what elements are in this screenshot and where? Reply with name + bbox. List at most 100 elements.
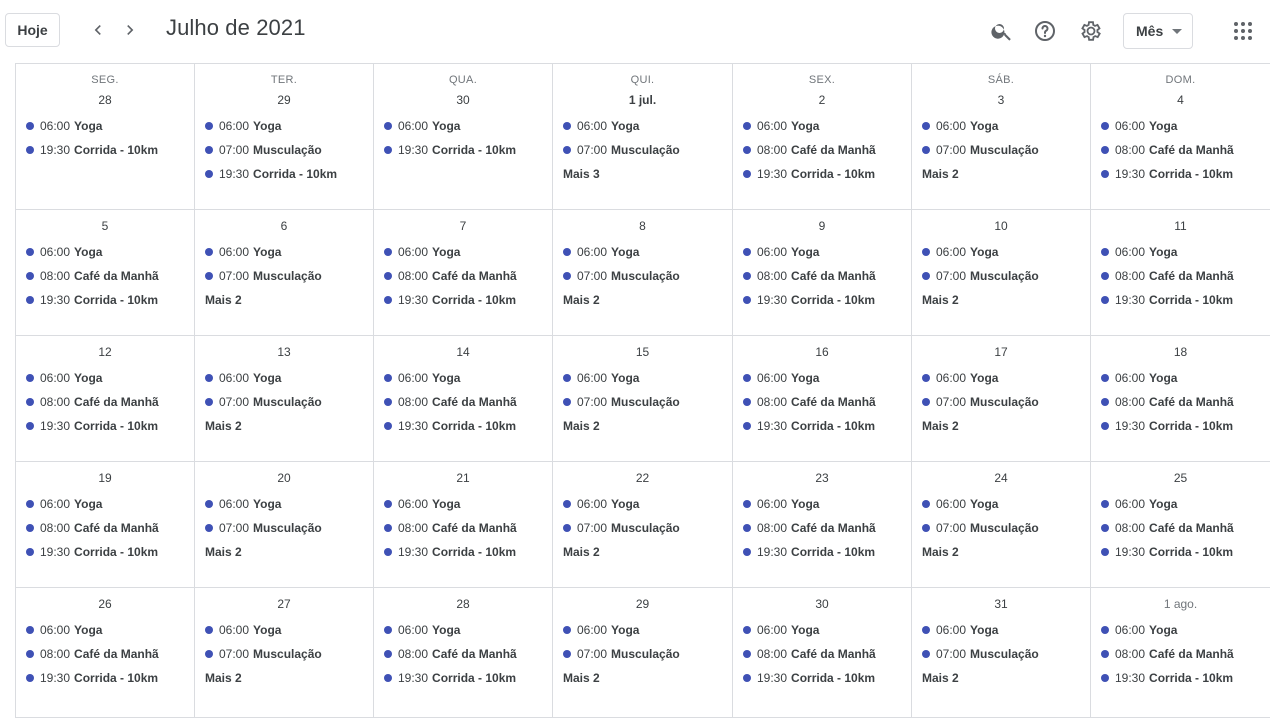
day-number[interactable]: 16 xyxy=(733,345,911,359)
day-cell[interactable]: 17 06:00 Yoga 07:00 Musculação Mais 2 xyxy=(911,336,1090,462)
event-chip[interactable]: 06:00 Yoga xyxy=(553,618,732,642)
day-number[interactable]: 4 xyxy=(1091,93,1270,107)
day-cell[interactable]: 30 06:00 Yoga 08:00 Café da Manhã 19:30 Corrid… xyxy=(732,588,911,718)
event-chip[interactable]: 19:30 Corrida - 10km xyxy=(16,138,194,162)
event-chip[interactable]: 08:00 Café da Manhã xyxy=(1091,138,1270,162)
event-chip[interactable]: 07:00 Musculação xyxy=(912,516,1090,540)
event-chip[interactable]: 06:00 Yoga xyxy=(733,492,911,516)
day-number[interactable]: 29 xyxy=(195,93,373,107)
day-number[interactable]: 12 xyxy=(16,345,194,359)
help-button[interactable] xyxy=(1031,17,1059,45)
event-chip[interactable]: 19:30 Corrida - 10km xyxy=(16,666,194,690)
day-cell[interactable]: 22 06:00 Yoga 07:00 Musculação Mais 2 xyxy=(552,462,732,588)
day-number[interactable]: 23 xyxy=(733,471,911,485)
day-cell[interactable]: 25 06:00 Yoga 08:00 Café da Manhã 19:30 Corrid… xyxy=(1090,462,1270,588)
day-cell[interactable]: 24 06:00 Yoga 07:00 Musculação Mais 2 xyxy=(911,462,1090,588)
day-cell[interactable]: 8 06:00 Yoga 07:00 Musculação Mais 2 xyxy=(552,210,732,336)
day-number[interactable]: 25 xyxy=(1091,471,1270,485)
more-events-link[interactable]: Mais 2 xyxy=(195,666,373,690)
event-chip[interactable]: 07:00 Musculação xyxy=(553,138,732,162)
event-chip[interactable]: 19:30 Corrida - 10km xyxy=(374,540,552,564)
day-number[interactable]: 31 xyxy=(912,597,1090,611)
event-chip[interactable]: 08:00 Café da Manhã xyxy=(16,390,194,414)
day-number[interactable]: 28 xyxy=(16,93,194,107)
today-button[interactable]: Hoje xyxy=(5,13,60,47)
event-chip[interactable]: 07:00 Musculação xyxy=(553,390,732,414)
day-cell[interactable]: 14 06:00 Yoga 08:00 Café da Manhã 19:30 Corrid… xyxy=(373,336,552,462)
event-chip[interactable]: 07:00 Musculação xyxy=(912,390,1090,414)
event-chip[interactable]: 07:00 Musculação xyxy=(195,138,373,162)
day-number[interactable]: 27 xyxy=(195,597,373,611)
event-chip[interactable]: 08:00 Café da Manhã xyxy=(733,390,911,414)
day-number[interactable]: 17 xyxy=(912,345,1090,359)
day-number[interactable]: 30 xyxy=(374,93,552,107)
event-chip[interactable]: 19:30 Corrida - 10km xyxy=(1091,540,1270,564)
event-chip[interactable]: 06:00 Yoga xyxy=(195,240,373,264)
event-chip[interactable]: 06:00 Yoga xyxy=(16,492,194,516)
day-cell[interactable]: 13 06:00 Yoga 07:00 Musculação Mais 2 xyxy=(194,336,373,462)
event-chip[interactable]: 06:00 Yoga xyxy=(374,240,552,264)
event-chip[interactable]: 19:30 Corrida - 10km xyxy=(1091,288,1270,312)
event-chip[interactable]: 08:00 Café da Manhã xyxy=(374,642,552,666)
day-number[interactable]: 24 xyxy=(912,471,1090,485)
event-chip[interactable]: 07:00 Musculação xyxy=(912,138,1090,162)
more-events-link[interactable]: Mais 2 xyxy=(553,288,732,312)
day-cell[interactable]: 15 06:00 Yoga 07:00 Musculação Mais 2 xyxy=(552,336,732,462)
event-chip[interactable]: 08:00 Café da Manhã xyxy=(733,642,911,666)
day-number[interactable]: 1 ago. xyxy=(1091,597,1270,611)
event-chip[interactable]: 19:30 Corrida - 10km xyxy=(374,288,552,312)
day-cell[interactable]: SEG. 28 06:00 Yoga 19:30 Corrida - 10km xyxy=(15,64,194,210)
event-chip[interactable]: 19:30 Corrida - 10km xyxy=(374,414,552,438)
event-chip[interactable]: 06:00 Yoga xyxy=(16,366,194,390)
view-selector[interactable]: Mês xyxy=(1123,13,1193,49)
day-cell[interactable]: 18 06:00 Yoga 08:00 Café da Manhã 19:30 Corrid… xyxy=(1090,336,1270,462)
day-number[interactable]: 15 xyxy=(553,345,732,359)
day-cell[interactable]: QUA. 30 06:00 Yoga 19:30 Corrida - 10km xyxy=(373,64,552,210)
more-events-link[interactable]: Mais 2 xyxy=(553,666,732,690)
event-chip[interactable]: 06:00 Yoga xyxy=(16,618,194,642)
day-cell[interactable]: 19 06:00 Yoga 08:00 Café da Manhã 19:30 Corrid… xyxy=(15,462,194,588)
event-chip[interactable]: 06:00 Yoga xyxy=(733,114,911,138)
event-chip[interactable]: 08:00 Café da Manhã xyxy=(374,264,552,288)
event-chip[interactable]: 06:00 Yoga xyxy=(1091,240,1270,264)
day-number[interactable]: 3 xyxy=(912,93,1090,107)
more-events-link[interactable]: Mais 2 xyxy=(195,288,373,312)
event-chip[interactable]: 07:00 Musculação xyxy=(553,264,732,288)
event-chip[interactable]: 07:00 Musculação xyxy=(195,264,373,288)
event-chip[interactable]: 06:00 Yoga xyxy=(912,114,1090,138)
event-chip[interactable]: 06:00 Yoga xyxy=(733,366,911,390)
more-events-link[interactable]: Mais 2 xyxy=(912,666,1090,690)
event-chip[interactable]: 08:00 Café da Manhã xyxy=(733,264,911,288)
day-number[interactable]: 7 xyxy=(374,219,552,233)
event-chip[interactable]: 06:00 Yoga xyxy=(912,492,1090,516)
event-chip[interactable]: 19:30 Corrida - 10km xyxy=(16,414,194,438)
event-chip[interactable]: 08:00 Café da Manhã xyxy=(374,390,552,414)
day-cell[interactable]: 1 ago. 06:00 Yoga 08:00 Café da Manhã 19:30 Co… xyxy=(1090,588,1270,718)
day-cell[interactable]: 5 06:00 Yoga 08:00 Café da Manhã 19:30 Corrida… xyxy=(15,210,194,336)
event-chip[interactable]: 08:00 Café da Manhã xyxy=(16,264,194,288)
day-cell[interactable]: 21 06:00 Yoga 08:00 Café da Manhã 19:30 Corrid… xyxy=(373,462,552,588)
day-cell[interactable]: 6 06:00 Yoga 07:00 Musculação Mais 2 xyxy=(194,210,373,336)
day-number[interactable]: 2 xyxy=(733,93,911,107)
more-events-link[interactable]: Mais 2 xyxy=(912,288,1090,312)
event-chip[interactable]: 19:30 Corrida - 10km xyxy=(195,162,373,186)
more-events-link[interactable]: Mais 2 xyxy=(553,540,732,564)
more-events-link[interactable]: Mais 2 xyxy=(912,414,1090,438)
event-chip[interactable]: 08:00 Café da Manhã xyxy=(1091,642,1270,666)
event-chip[interactable]: 06:00 Yoga xyxy=(195,492,373,516)
day-number[interactable]: 29 xyxy=(553,597,732,611)
day-cell[interactable]: 28 06:00 Yoga 08:00 Café da Manhã 19:30 Corrid… xyxy=(373,588,552,718)
event-chip[interactable]: 06:00 Yoga xyxy=(374,114,552,138)
event-chip[interactable]: 06:00 Yoga xyxy=(553,114,732,138)
day-cell[interactable]: 16 06:00 Yoga 08:00 Café da Manhã 19:30 Corrid… xyxy=(732,336,911,462)
event-chip[interactable]: 07:00 Musculação xyxy=(912,264,1090,288)
settings-button[interactable] xyxy=(1077,17,1105,45)
more-events-link[interactable]: Mais 2 xyxy=(195,414,373,438)
day-number[interactable]: 19 xyxy=(16,471,194,485)
day-cell[interactable]: DOM. 4 06:00 Yoga 08:00 Café da Manhã 19:30 Cor… xyxy=(1090,64,1270,210)
day-number[interactable]: 20 xyxy=(195,471,373,485)
event-chip[interactable]: 19:30 Corrida - 10km xyxy=(16,288,194,312)
event-chip[interactable]: 06:00 Yoga xyxy=(374,492,552,516)
event-chip[interactable]: 07:00 Musculação xyxy=(553,516,732,540)
event-chip[interactable]: 19:30 Corrida - 10km xyxy=(733,414,911,438)
